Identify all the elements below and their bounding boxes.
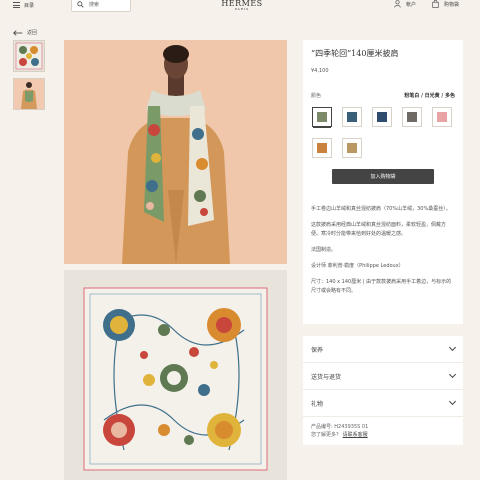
thumbnail-model[interactable]: [13, 78, 45, 110]
accordion-care[interactable]: 保养: [303, 336, 463, 363]
accordion-gift-label: 礼物: [311, 400, 324, 408]
colour-swatch-6[interactable]: [312, 138, 332, 158]
chevron-down-icon: [448, 397, 457, 406]
accordion-shipping[interactable]: 送货与退货: [303, 363, 463, 390]
product-panel: “四季轮回”140厘米披肩 ¥4,100 颜色 粉笔白 / 日光黄 / 多色 加…: [303, 40, 463, 324]
user-icon: [394, 0, 401, 8]
model-thumbnail-image: [14, 79, 44, 109]
colour-label: 颜色: [311, 93, 322, 99]
add-to-bag-button[interactable]: 加入购物袋: [332, 169, 434, 184]
scarf-photo: [64, 270, 287, 480]
description-paragraph: 尺寸：140 x 140厘米 | 由于款款披肩采用手工着边，与标示的尺寸或会略有…: [311, 279, 452, 294]
accordion-shipping-label: 送货与退货: [311, 373, 342, 381]
back-label: 返回: [27, 30, 38, 36]
colour-swatch-4[interactable]: [402, 107, 422, 127]
accordion-gift[interactable]: 礼物: [303, 390, 463, 417]
product-description: 手工卷边山羊绒和真丝混纺披肩（70%山羊绒，30%桑蚕丝）。这款披肩采用经典山羊…: [311, 205, 455, 296]
arrow-left-icon: [13, 29, 23, 36]
product-info: “四季轮回”140厘米披肩 ¥4,100 颜色 粉笔白 / 日光黄 / 多色 加…: [303, 40, 463, 324]
colour-swatch-5[interactable]: [432, 107, 452, 127]
menu-label: 目录: [24, 2, 35, 9]
search-input[interactable]: 搜索: [71, 0, 131, 12]
colour-swatch-3[interactable]: [372, 107, 392, 127]
swatch-thumbnail: [315, 110, 329, 124]
accordion-care-label: 保养: [311, 346, 324, 354]
chevron-down-icon: [448, 370, 457, 379]
product-image-scarf[interactable]: [64, 270, 287, 480]
contact-link[interactable]: 请联系客服: [343, 432, 368, 438]
swatch-thumbnail: [435, 110, 449, 124]
colour-swatches: [311, 107, 455, 158]
product-code: H243935S 01: [334, 424, 369, 430]
swatch-thumbnail: [345, 110, 359, 124]
header: 目录 搜索 HERMES PARIS 帐户 购物袋: [0, 0, 480, 17]
menu-button[interactable]: 目录: [13, 0, 34, 10]
description-paragraph: 法国制造。: [311, 247, 337, 253]
colour-swatch-7[interactable]: [342, 138, 362, 158]
model-photo: [64, 40, 287, 264]
scarf-thumbnail-image: [15, 42, 43, 70]
back-link[interactable]: 返回: [13, 29, 37, 36]
colour-swatch-2[interactable]: [342, 107, 362, 127]
swatch-thumbnail: [315, 141, 329, 155]
chevron-down-icon: [448, 343, 457, 352]
search-icon: [77, 1, 84, 8]
thumbnail-scarf[interactable]: [13, 40, 45, 72]
accordion: 保养 送货与退货 礼物 产品编号: H243935S 01 您了解更多？ 请联系…: [303, 336, 463, 445]
product-image-model[interactable]: [64, 40, 287, 264]
product-price: ¥4,100: [311, 68, 329, 74]
bag-button[interactable]: 购物袋: [432, 0, 459, 8]
swatch-thumbnail: [375, 110, 389, 124]
swatch-thumbnail: [345, 141, 359, 155]
description-paragraph: 手工卷边山羊绒和真丝混纺披肩（70%山羊绒，30%桑蚕丝）。: [311, 206, 451, 212]
help-text: 您了解更多？: [311, 432, 342, 438]
account-label: 帐户: [406, 1, 417, 8]
description-paragraph: 设计师 菲利普·勒度（Philippe Ledoux）: [311, 263, 404, 269]
colour-swatch-1[interactable]: [312, 107, 332, 127]
bag-icon: [432, 0, 439, 8]
product-code-label: 产品编号:: [311, 424, 333, 430]
hamburger-icon: [13, 2, 20, 8]
account-button[interactable]: 帐户: [394, 0, 416, 8]
brand-logo[interactable]: HERMES PARIS: [220, 0, 264, 11]
description-paragraph: 这款披肩采用经典山羊绒和真丝混纺面料，柔软轻盈，佩戴方便。寒冷时分能带来恰到好处…: [311, 222, 447, 237]
colour-row: 颜色 粉笔白 / 日光黄 / 多色: [311, 92, 455, 99]
swatch-thumbnail: [405, 110, 419, 124]
colour-value: 粉笔白 / 日光黄 / 多色: [404, 93, 455, 99]
search-placeholder: 搜索: [89, 2, 100, 8]
product-meta: 产品编号: H243935S 01 您了解更多？ 请联系客服: [303, 417, 463, 445]
product-title: “四季轮回”140厘米披肩: [311, 49, 399, 58]
bag-label: 购物袋: [444, 1, 460, 8]
